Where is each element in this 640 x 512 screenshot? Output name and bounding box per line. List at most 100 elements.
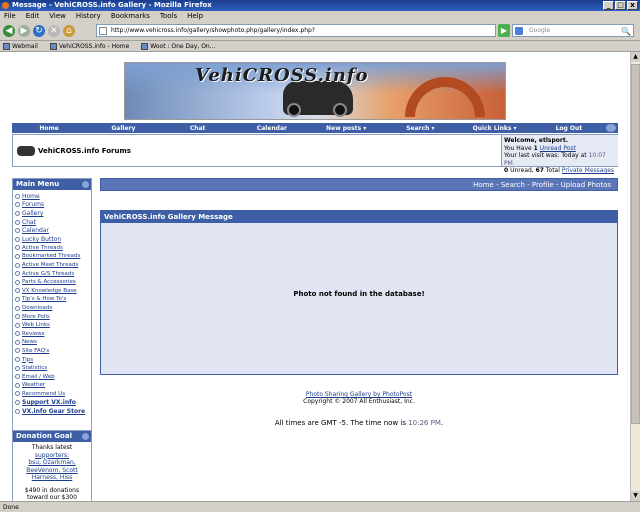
supporter-names[interactable]: bsu, Ozarkman, BeeVenom, Scott Harness, … <box>15 459 89 482</box>
scroll-thumb[interactable] <box>631 64 640 424</box>
collapse-icon[interactable] <box>606 124 616 132</box>
nav-chat[interactable]: Chat <box>161 125 235 132</box>
menu-bookmarks[interactable]: Bookmarks <box>111 11 150 21</box>
action-search[interactable]: Search <box>501 181 525 189</box>
menu-file[interactable]: File <box>4 11 16 21</box>
sidebar-item-label[interactable]: Calendar <box>22 227 49 234</box>
sidebar-item-label[interactable]: Weather <box>22 382 45 388</box>
nav-gallery[interactable]: Gallery <box>86 125 160 132</box>
sidebar-item-label[interactable]: Statistics <box>22 365 47 371</box>
sidebar-item-label[interactable]: Reviews <box>22 331 45 337</box>
bookmark-woot[interactable]: Woot : One Day, On... <box>141 41 215 51</box>
sidebar-item-label[interactable]: Downloads <box>22 305 52 311</box>
unread-post-link[interactable]: Unread Post <box>540 145 576 152</box>
sidebar-item-label[interactable]: Home <box>22 193 40 200</box>
sidebar-item-label[interactable]: Site FAQ's <box>22 348 49 354</box>
sidebar-item-label[interactable]: Active Meet Threads <box>22 262 78 268</box>
sidebar-item[interactable]: Lucky Button <box>15 235 89 244</box>
sidebar-item[interactable]: Statistics <box>15 364 89 373</box>
scroll-up-arrow[interactable]: ▲ <box>631 52 640 62</box>
sidebar-item[interactable]: Forums <box>15 201 89 210</box>
sidebar-item[interactable]: Email / Web <box>15 372 89 381</box>
scroll-down-arrow[interactable]: ▼ <box>631 491 640 501</box>
action-home[interactable]: Home <box>473 181 494 189</box>
sidebar-item-label[interactable]: Tip's & How To's <box>22 296 66 302</box>
sidebar-item-label[interactable]: Support VX.info <box>22 399 76 406</box>
sidebar-item-label[interactable]: Active G/S Threads <box>22 271 74 277</box>
maximize-button[interactable]: □ <box>615 1 626 10</box>
sidebar-item[interactable]: Weather <box>15 381 89 390</box>
bookmark-webmail[interactable]: Webmail <box>3 41 38 51</box>
stop-button[interactable]: ✕ <box>48 24 60 37</box>
nav-home[interactable]: Home <box>12 125 86 132</box>
search-input[interactable]: Google 🔍 <box>512 24 634 37</box>
sidebar-item-label[interactable]: Bookmarked Threads <box>22 253 80 259</box>
sidebar-item[interactable]: News <box>15 338 89 347</box>
collapse-icon[interactable] <box>82 181 89 188</box>
sidebar-item[interactable]: Site FAQ's <box>15 347 89 356</box>
reload-button[interactable]: ↻ <box>33 24 45 37</box>
google-icon[interactable] <box>515 27 523 35</box>
nav-log-out[interactable]: Log Out <box>532 125 606 132</box>
vertical-scrollbar[interactable]: ▲ ▼ <box>630 52 640 501</box>
close-button[interactable]: x <box>627 1 638 10</box>
sidebar-item-label[interactable]: Gallery <box>22 210 43 217</box>
sidebar-item[interactable]: Home <box>15 192 89 201</box>
address-bar[interactable]: http://www.vehicross.info/gallery/showph… <box>96 24 587 37</box>
sidebar-item-label[interactable]: Lucky Button <box>22 236 61 243</box>
private-messages-link[interactable]: Private Messages <box>562 167 614 174</box>
nav-calendar[interactable]: Calendar <box>235 125 309 132</box>
sidebar-item[interactable]: Recommend Us <box>15 390 89 399</box>
sidebar-item-label[interactable]: VX Knowledge Base <box>22 288 77 294</box>
sidebar-item-label[interactable]: Tips <box>22 357 33 363</box>
sidebar-item[interactable]: Parts & Accessories <box>15 278 89 287</box>
sidebar-item[interactable]: Chat <box>15 218 89 227</box>
sidebar-item[interactable]: Web Links <box>15 321 89 330</box>
forward-button[interactable]: ▶ <box>18 24 30 37</box>
sidebar-item-label[interactable]: Web Links <box>22 322 50 328</box>
supporters-link[interactable]: supporters: <box>35 452 69 459</box>
photopost-link[interactable]: Photo Sharing Gallery by PhotoPost <box>100 391 618 398</box>
action-upload-photos[interactable]: Upload Photos <box>561 181 611 189</box>
sidebar-item[interactable]: Bookmarked Threads <box>15 252 89 261</box>
site-banner[interactable]: VehiCROSS.info <box>124 62 506 120</box>
collapse-icon[interactable] <box>82 433 89 440</box>
sidebar-item-label[interactable]: Forums <box>22 201 44 208</box>
go-button[interactable]: ▶ <box>498 24 510 37</box>
home-button[interactable]: ⌂ <box>63 24 75 37</box>
menu-history[interactable]: History <box>76 11 101 21</box>
sidebar-item-label[interactable]: Parts & Accessories <box>22 279 76 285</box>
sidebar-item-label[interactable]: Recommend Us <box>22 391 65 397</box>
sidebar-item[interactable]: Active Meet Threads <box>15 261 89 270</box>
sidebar-item-label[interactable]: More Polls <box>22 314 50 320</box>
menu-help[interactable]: Help <box>187 11 203 21</box>
search-icon[interactable]: 🔍 <box>621 26 631 37</box>
bookmark-vehicross-home[interactable]: VehiCROSS.info - Home <box>49 41 129 51</box>
sidebar-item[interactable]: More Polls <box>15 312 89 321</box>
sidebar-item-label[interactable]: Chat <box>22 219 36 226</box>
sidebar-item-label[interactable]: Active Threads <box>22 245 63 251</box>
sidebar-item[interactable]: Tips <box>15 355 89 364</box>
menu-view[interactable]: View <box>49 11 66 21</box>
sidebar-item[interactable]: Gallery <box>15 209 89 218</box>
sidebar-item-label[interactable]: Email / Web <box>22 374 55 380</box>
sidebar-item[interactable]: Calendar <box>15 226 89 235</box>
sidebar-item[interactable]: Active G/S Threads <box>15 269 89 278</box>
sidebar-item[interactable]: Reviews <box>15 330 89 339</box>
sidebar-item[interactable]: Active Threads <box>15 244 89 253</box>
minimize-button[interactable]: _ <box>603 1 614 10</box>
sidebar-item[interactable]: Support VX.info <box>15 398 89 407</box>
menu-edit[interactable]: Edit <box>26 11 40 21</box>
nav-search[interactable]: Search ▾ <box>383 125 457 132</box>
sidebar-item[interactable]: Tip's & How To's <box>15 295 89 304</box>
sidebar-item[interactable]: VX Knowledge Base <box>15 287 89 296</box>
sidebar-item[interactable]: VX.info Gear Store <box>15 407 89 416</box>
sidebar-item-label[interactable]: News <box>22 339 37 345</box>
menu-tools[interactable]: Tools <box>160 11 177 21</box>
forum-title[interactable]: VehiCROSS.info Forums <box>38 147 131 155</box>
action-profile[interactable]: Profile <box>532 181 554 189</box>
back-button[interactable]: ◀ <box>3 24 15 37</box>
sidebar-item[interactable]: Downloads <box>15 304 89 313</box>
nav-new-posts[interactable]: New posts ▾ <box>309 125 383 132</box>
sidebar-item-label[interactable]: VX.info Gear Store <box>22 408 85 415</box>
